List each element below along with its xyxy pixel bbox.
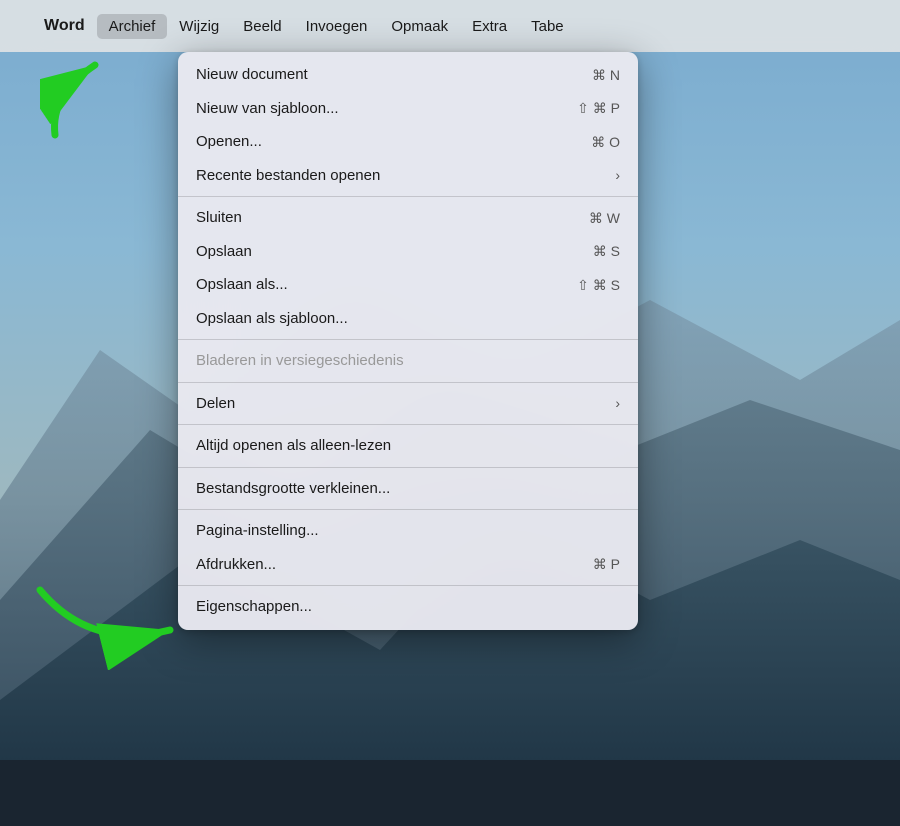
menu-shortcut: ⌘ P	[593, 555, 620, 573]
menubar: Word Archief Wijzig Beeld Invoegen Opmaa…	[0, 0, 900, 52]
menu-item-openen[interactable]: Openen... ⌘ O	[178, 125, 638, 159]
menu-item-label: Nieuw van sjabloon...	[196, 99, 339, 119]
menu-shortcut: ⇧ ⌘ S	[577, 276, 620, 294]
menubar-invoegen[interactable]: Invoegen	[294, 14, 380, 39]
menu-item-label: Opslaan	[196, 242, 252, 262]
separator-4	[178, 424, 638, 425]
menu-item-label: Bladeren in versiegeschiedenis	[196, 351, 404, 371]
menu-shortcut: ⌘ S	[593, 242, 620, 260]
menu-item-label: Nieuw document	[196, 65, 308, 85]
separator-1	[178, 196, 638, 197]
menu-item-delen[interactable]: Delen ›	[178, 387, 638, 421]
chevron-right-icon: ›	[615, 166, 620, 184]
menu-item-bestandsgrootte[interactable]: Bestandsgrootte verkleinen...	[178, 472, 638, 506]
menubar-extra[interactable]: Extra	[460, 14, 519, 39]
menu-item-eigenschappen[interactable]: Eigenschappen...	[178, 590, 638, 624]
menu-item-label: Opslaan als...	[196, 275, 288, 295]
menubar-archief[interactable]: Archief	[97, 14, 168, 39]
menu-item-afdrukken[interactable]: Afdrukken... ⌘ P	[178, 548, 638, 582]
menu-item-versiegeschiedenis: Bladeren in versiegeschiedenis	[178, 344, 638, 378]
menu-item-opslaan[interactable]: Opslaan ⌘ S	[178, 235, 638, 269]
menubar-tabe[interactable]: Tabe	[519, 14, 576, 39]
menu-item-label: Delen	[196, 394, 235, 414]
menu-item-label: Recente bestanden openen	[196, 166, 380, 186]
menu-item-label: Opslaan als sjabloon...	[196, 309, 348, 329]
separator-6	[178, 509, 638, 510]
menubar-word[interactable]: Word	[32, 13, 97, 39]
menu-item-opslaan-sjabloon[interactable]: Opslaan als sjabloon...	[178, 302, 638, 336]
menu-item-label: Bestandsgrootte verkleinen...	[196, 479, 390, 499]
menu-item-label: Openen...	[196, 132, 262, 152]
menu-shortcut: ⌘ N	[592, 66, 620, 84]
menubar-beeld[interactable]: Beeld	[231, 14, 293, 39]
menu-item-label: Pagina-instelling...	[196, 521, 319, 541]
menubar-opmaak[interactable]: Opmaak	[379, 14, 460, 39]
menu-item-label: Sluiten	[196, 208, 242, 228]
menu-item-nieuw-document[interactable]: Nieuw document ⌘ N	[178, 58, 638, 92]
menu-shortcut: ⌘ O	[591, 133, 620, 151]
separator-5	[178, 467, 638, 468]
menu-shortcut: ⌘ W	[589, 209, 620, 227]
menu-item-opslaan-als[interactable]: Opslaan als... ⇧ ⌘ S	[178, 268, 638, 302]
menu-item-label: Eigenschappen...	[196, 597, 312, 617]
menu-item-label: Altijd openen als alleen-lezen	[196, 436, 391, 456]
archief-dropdown: Nieuw document ⌘ N Nieuw van sjabloon...…	[178, 52, 638, 630]
separator-2	[178, 339, 638, 340]
separator-3	[178, 382, 638, 383]
menu-item-label: Afdrukken...	[196, 555, 276, 575]
menu-item-pagina-instelling[interactable]: Pagina-instelling...	[178, 514, 638, 548]
menu-item-sluiten[interactable]: Sluiten ⌘ W	[178, 201, 638, 235]
chevron-right-icon: ›	[615, 394, 620, 412]
menubar-wijzig[interactable]: Wijzig	[167, 14, 231, 39]
menu-item-alleen-lezen[interactable]: Altijd openen als alleen-lezen	[178, 429, 638, 463]
apple-menu[interactable]	[8, 22, 32, 30]
menu-shortcut: ⇧ ⌘ P	[577, 99, 620, 117]
menu-item-recente-bestanden[interactable]: Recente bestanden openen ›	[178, 159, 638, 193]
separator-7	[178, 585, 638, 586]
menu-item-nieuw-sjabloon[interactable]: Nieuw van sjabloon... ⇧ ⌘ P	[178, 92, 638, 126]
